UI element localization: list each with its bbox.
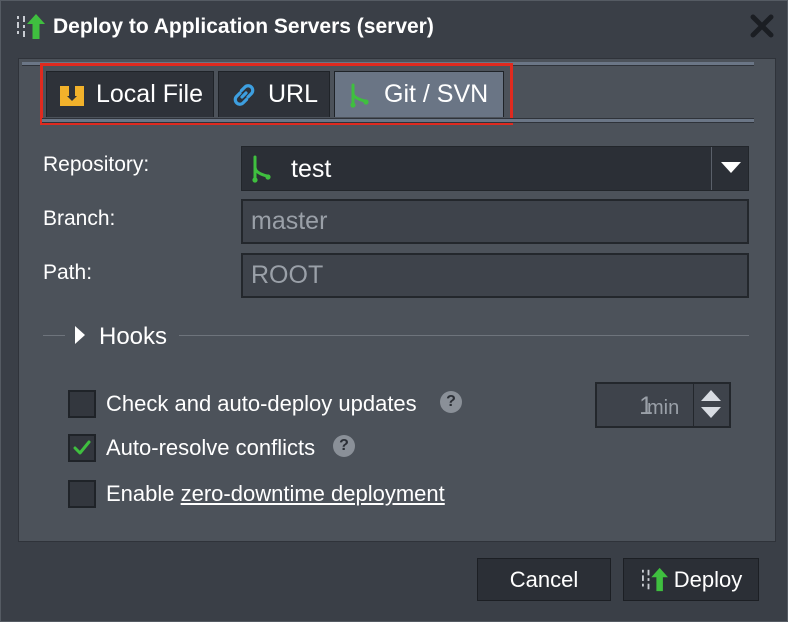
stepper-buttons bbox=[693, 384, 729, 426]
repository-label: Repository: bbox=[43, 153, 150, 176]
deploy-button[interactable]: Deploy bbox=[623, 558, 759, 601]
path-input[interactable] bbox=[241, 253, 749, 298]
zero-downtime-checkbox[interactable] bbox=[68, 480, 96, 508]
help-icon[interactable]: ? bbox=[333, 435, 355, 457]
interval-value: 1 bbox=[639, 392, 653, 420]
branch-label: Branch: bbox=[43, 207, 116, 230]
interval-stepper[interactable]: 1 min bbox=[595, 382, 731, 428]
cancel-button[interactable]: Cancel bbox=[477, 558, 611, 601]
auto-resolve-checkbox[interactable] bbox=[68, 434, 96, 462]
close-icon[interactable] bbox=[749, 13, 775, 39]
tabs-highlight-box bbox=[40, 63, 513, 125]
deploy-dialog: Deploy to Application Servers (server) L… bbox=[0, 0, 788, 622]
auto-resolve-label: Auto-resolve conflicts bbox=[106, 435, 316, 460]
deploy-icon bbox=[641, 567, 668, 591]
dialog-titlebar: Deploy to Application Servers (server) bbox=[1, 1, 787, 53]
auto-deploy-checkbox[interactable] bbox=[68, 390, 96, 418]
check-icon bbox=[73, 440, 91, 455]
deploy-icon bbox=[17, 14, 45, 39]
tabs-underline bbox=[42, 118, 754, 123]
zero-downtime-label-prefix: Enable bbox=[106, 481, 181, 506]
dialog-title: Deploy to Application Servers (server) bbox=[53, 15, 434, 38]
hooks-section: Hooks bbox=[43, 321, 749, 351]
repository-select[interactable]: test bbox=[241, 146, 749, 191]
git-branch-icon bbox=[252, 155, 271, 183]
deploy-button-label: Deploy bbox=[673, 566, 743, 592]
chevron-down-icon bbox=[721, 162, 741, 173]
zero-downtime-link[interactable]: zero-downtime deployment bbox=[181, 481, 445, 506]
help-icon[interactable]: ? bbox=[440, 391, 462, 413]
caret-right-icon[interactable] bbox=[75, 326, 85, 344]
auto-deploy-label: Check and auto-deploy updates bbox=[106, 391, 417, 416]
repository-value: test bbox=[291, 155, 332, 183]
interval-unit: min bbox=[647, 397, 680, 419]
hooks-toggle[interactable]: Hooks bbox=[99, 323, 167, 351]
hooks-divider-right bbox=[179, 335, 749, 336]
repository-dropdown-button[interactable] bbox=[711, 147, 748, 190]
path-label: Path: bbox=[43, 261, 93, 284]
stepper-up-icon[interactable] bbox=[701, 389, 721, 401]
deploy-panel bbox=[18, 58, 776, 542]
zero-downtime-label: Enable zero-downtime deployment bbox=[106, 481, 445, 507]
branch-input[interactable] bbox=[241, 199, 749, 244]
stepper-down-icon[interactable] bbox=[701, 407, 721, 419]
hooks-divider-left bbox=[43, 335, 65, 336]
